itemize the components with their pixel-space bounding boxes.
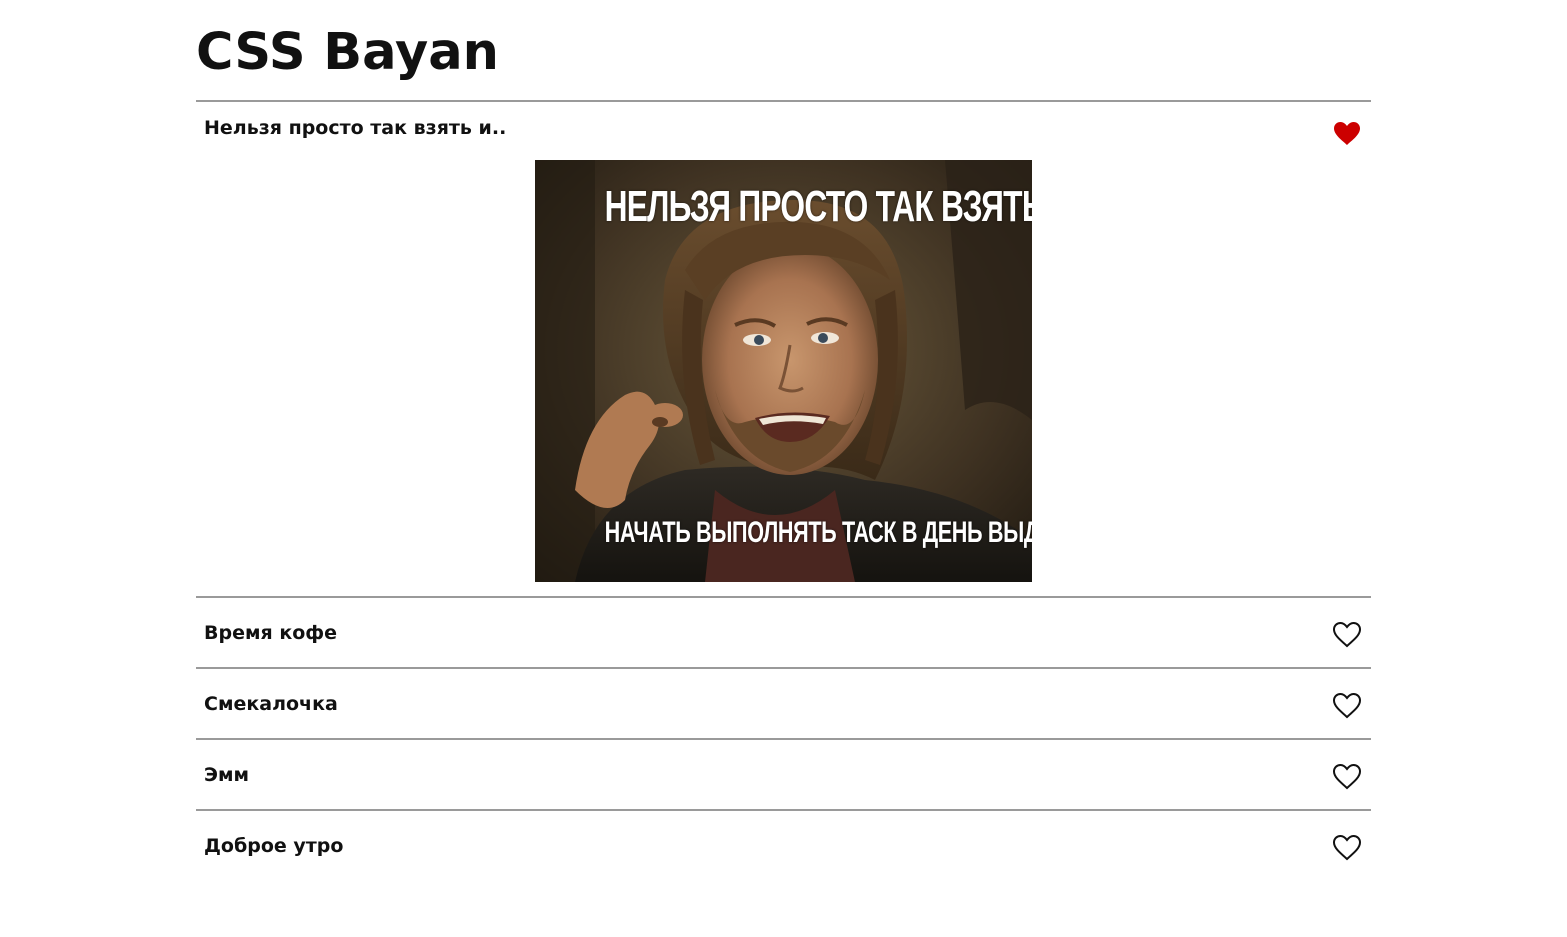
accordion-item-title: Смекалочка [204, 692, 338, 715]
accordion-item: Время кофе [196, 598, 1371, 669]
accordion-item: Смекалочка [196, 669, 1371, 740]
accordion-item-title: Нельзя просто так взять и.. [204, 117, 507, 139]
accordion-item-header[interactable]: Нельзя просто так взять и.. [196, 102, 1371, 160]
accordion-item-header[interactable]: Эмм [196, 740, 1371, 809]
heart-outline-icon[interactable] [1331, 759, 1363, 791]
heart-outline-icon[interactable] [1331, 830, 1363, 862]
accordion-item-title: Эмм [204, 763, 250, 786]
meme-container: Нельзя просто так взять и.. Начать выпол… [196, 160, 1371, 596]
accordion-item-header[interactable]: Время кофе [196, 598, 1371, 667]
meme-bottom-text: Начать выполнять таск в день выдачи [604, 516, 1032, 549]
meme-image: Нельзя просто так взять и.. Начать выпол… [535, 160, 1032, 582]
page-container: CSS Bayan Нельзя просто так взять и.. НЕ… [196, 0, 1371, 880]
accordion: Нельзя просто так взять и.. НЕЛЬЗЯ ПРОСТ… [196, 100, 1371, 880]
accordion-item-header[interactable]: Доброе утро [196, 811, 1371, 880]
accordion-item-title: Время кофе [204, 621, 337, 644]
accordion-item: Нельзя просто так взять и.. НЕЛЬЗЯ ПРОСТ… [196, 102, 1371, 598]
accordion-item: Эмм [196, 740, 1371, 811]
heart-outline-icon[interactable] [1331, 617, 1363, 649]
page-title: CSS Bayan [196, 23, 499, 82]
accordion-item-header[interactable]: Смекалочка [196, 669, 1371, 738]
heart-outline-icon[interactable] [1331, 688, 1363, 720]
accordion-item: Доброе утро [196, 811, 1371, 880]
accordion-item-title: Доброе утро [204, 834, 344, 857]
heart-filled-icon[interactable] [1331, 116, 1363, 148]
meme-top-text: Нельзя просто так взять и.. [604, 182, 1032, 231]
